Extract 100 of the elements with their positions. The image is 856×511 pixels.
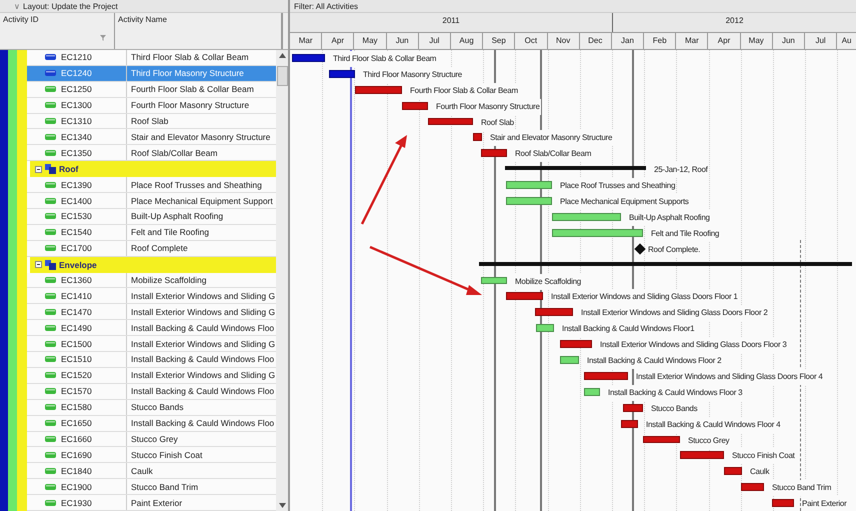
activity-bar[interactable] xyxy=(506,292,543,300)
activity-row[interactable]: EC1470 Install Exterior Windows and Sliding G xyxy=(27,304,276,320)
bar-label: Install Exterior Windows and Sliding Glass Doors Floor 2 xyxy=(580,305,769,322)
activity-row[interactable]: EC1930 Paint Exterior xyxy=(27,495,276,511)
activity-bar[interactable] xyxy=(560,340,592,348)
activity-id: EC1540 xyxy=(61,227,92,238)
activity-id: EC1530 xyxy=(61,211,92,222)
activity-row[interactable]: EC1840 Caulk xyxy=(27,463,276,480)
activity-name: Install Backing & Cauld Windows Floo xyxy=(131,354,274,364)
activity-row[interactable]: EC1530 Built-Up Asphalt Roofing xyxy=(27,208,276,225)
activity-row[interactable]: EC1490 Install Backing & Cauld Windows Floo xyxy=(27,320,276,336)
activity-row[interactable]: EC1390 Place Roof Trusses and Sheathing xyxy=(27,177,276,194)
activity-id: EC1900 xyxy=(61,482,92,492)
bar-label: Place Roof Trusses and Sheathing xyxy=(559,178,676,194)
activity-row[interactable]: EC1580 Stucco Bands xyxy=(27,400,276,416)
activity-row[interactable]: EC1540 Felt and Tile Roofing xyxy=(27,224,276,241)
activity-row[interactable]: EC1570 Install Backing & Cauld Windows Floo xyxy=(27,384,276,400)
activity-name: Install Exterior Windows and Sliding G xyxy=(131,370,276,380)
group-icon xyxy=(45,260,56,270)
activity-bar[interactable] xyxy=(741,483,764,492)
bar-label: Mobilize Scaffolding xyxy=(514,274,582,290)
scroll-up-icon[interactable] xyxy=(278,53,286,58)
bar-label: Fourth Floor Masonry Structure xyxy=(435,98,541,115)
collapse-icon[interactable] xyxy=(35,261,42,268)
bar-label: Fourth Floor Slab & Collar Beam xyxy=(409,82,519,99)
activity-bar[interactable] xyxy=(535,308,573,316)
activity-row[interactable]: EC1340 Stair and Elevator Masonry Structure xyxy=(27,129,276,146)
summary-bar[interactable] xyxy=(479,262,852,266)
bar-label: Stucco Finish Coat xyxy=(731,448,796,464)
layout-chevron[interactable]: ∨ xyxy=(14,2,20,10)
activity-name: Fourth Floor Masonry Structure xyxy=(131,100,250,110)
bar-label: Roof Complete. xyxy=(647,242,702,258)
scroll-down-icon[interactable] xyxy=(278,503,286,508)
activity-name: Install Backing & Cauld Windows Floo xyxy=(131,418,274,428)
activity-row[interactable]: EC1500 Install Exterior Windows and Sliding G xyxy=(27,336,276,352)
layout-bar[interactable]: ∨ Layout: Update the Project xyxy=(0,0,288,13)
activity-row[interactable]: EC1360 Mobilize Scaffolding xyxy=(27,272,276,288)
activity-row[interactable]: EC1310 Roof Slab xyxy=(27,114,276,130)
activity-bar[interactable] xyxy=(473,133,482,142)
activity-bar[interactable] xyxy=(481,149,507,158)
activity-bar[interactable] xyxy=(584,372,628,380)
month-header: Oct xyxy=(515,33,548,49)
activity-id: EC1210 xyxy=(61,52,92,62)
year-header: 2011 xyxy=(290,13,613,32)
month-header: Apr xyxy=(708,33,741,49)
activity-bar[interactable] xyxy=(329,70,355,78)
month-header: Jul xyxy=(418,33,451,49)
bar-label: Third Floor Slab & Collar Beam xyxy=(332,51,438,67)
activity-bar[interactable] xyxy=(623,404,643,412)
month-header: Dec xyxy=(580,33,612,49)
activity-row[interactable]: EC1300 Fourth Floor Masonry Structure xyxy=(27,98,276,114)
activity-bar[interactable] xyxy=(402,102,428,110)
activity-id: EC1350 xyxy=(61,148,92,158)
month-header: Jan xyxy=(612,33,644,49)
activity-name: Roof Complete xyxy=(131,243,188,254)
activity-name: Fourth Floor Slab & Collar Beam xyxy=(131,84,254,94)
activity-name: Felt and Tile Roofing xyxy=(131,227,209,238)
activity-id: EC1300 xyxy=(61,100,92,110)
activity-bar[interactable] xyxy=(724,467,742,476)
bar-label: Stucco Bands xyxy=(650,400,698,417)
activity-row[interactable]: EC1700 Roof Complete xyxy=(27,240,276,257)
summary-bar[interactable] xyxy=(505,166,646,170)
bar-label: Install Backing & Cauld Windows Floor 2 xyxy=(586,353,722,370)
activity-name: Install Exterior Windows and Sliding G xyxy=(131,338,276,349)
activity-row[interactable]: EC1650 Install Backing & Cauld Windows Floo xyxy=(27,416,276,432)
layout-title: Layout: Update the Project xyxy=(23,2,118,10)
bar-label: Install Exterior Windows and Sliding Glass Doors Floor 1 xyxy=(550,289,739,306)
activity-bar[interactable] xyxy=(621,420,638,428)
activity-row[interactable]: EC1660 Stucco Grey xyxy=(27,432,276,448)
activity-row[interactable]: EC1210 Third Floor Slab & Collar Beam xyxy=(27,50,276,66)
milestone-icon[interactable] xyxy=(634,243,646,254)
activity-bar[interactable] xyxy=(643,436,680,444)
activity-id: EC1700 xyxy=(61,243,92,254)
bar-label: Third Floor Masonry Structure xyxy=(362,66,464,83)
activity-row[interactable]: EC1900 Stucco Band Trim xyxy=(27,479,276,496)
activity-row[interactable]: EC1520 Install Exterior Windows and Sliding G xyxy=(27,368,276,384)
activity-name: Paint Exterior xyxy=(131,498,182,508)
activity-row[interactable]: EC1400 Place Mechanical Equipment Support xyxy=(27,193,276,209)
group-row[interactable]: Envelope xyxy=(30,256,276,273)
activity-row[interactable]: EC1690 Stucco Finish Coat xyxy=(27,447,276,464)
activity-name: Stucco Bands xyxy=(131,402,184,412)
bar-label: Stucco Band Trim xyxy=(771,480,832,496)
activity-name: Place Roof Trusses and Sheathing xyxy=(131,180,262,190)
activity-bar[interactable] xyxy=(428,118,473,126)
activity-bar[interactable] xyxy=(355,86,402,94)
activity-row[interactable]: EC1510 Install Backing & Cauld Windows Floo xyxy=(27,352,276,368)
filter-title: Filter: All Activities xyxy=(294,2,358,10)
activity-row[interactable]: EC1350 Roof Slab/Collar Beam xyxy=(27,145,276,162)
month-header: Mar xyxy=(290,33,322,49)
scrollbar[interactable] xyxy=(276,50,288,511)
activity-row[interactable]: EC1250 Fourth Floor Slab & Collar Beam xyxy=(27,82,276,98)
month-header: May xyxy=(354,33,387,49)
month-header: Jun xyxy=(386,33,419,49)
group-row[interactable]: Roof xyxy=(30,161,276,178)
scroll-thumb[interactable] xyxy=(276,66,288,86)
activity-name: Stair and Elevator Masonry Structure xyxy=(131,132,270,142)
activity-id: EC1400 xyxy=(61,196,92,206)
activity-row[interactable]: EC1410 Install Exterior Windows and Sliding G xyxy=(27,288,276,304)
activity-bar[interactable] xyxy=(680,451,724,460)
collapse-icon[interactable] xyxy=(35,166,42,173)
